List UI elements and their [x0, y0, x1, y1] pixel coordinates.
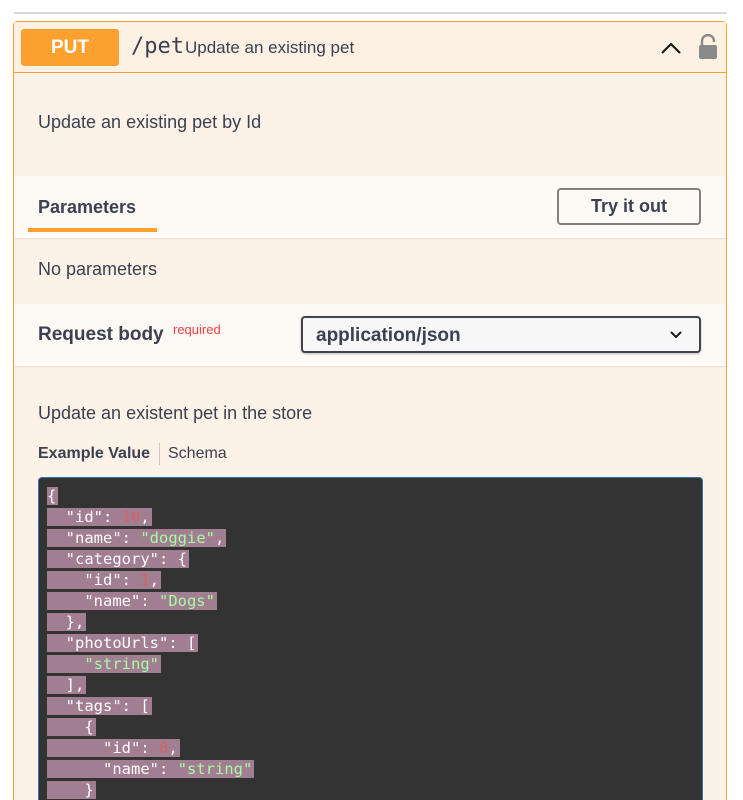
selected-text: "string" [47, 655, 161, 673]
request-body-description: Update an existent pet in the store [38, 403, 313, 423]
json-punctuation [47, 655, 84, 673]
json-string: "string" [84, 655, 159, 673]
tab-schema[interactable]: Schema [168, 445, 227, 463]
code-line: "name": "string" [47, 759, 702, 780]
active-tab-indicator [28, 228, 157, 232]
selected-text: { [47, 718, 96, 736]
lock-icon[interactable] [697, 34, 719, 60]
tab-separator [159, 443, 160, 465]
json-string: "string" [177, 760, 253, 778]
json-punctuation: ], [47, 676, 85, 694]
code-line: "tags": [ [47, 696, 702, 717]
code-line: "id": 1, [47, 570, 702, 591]
json-punctuation: , [149, 571, 160, 589]
code-line: { [47, 486, 702, 507]
chevron-up-icon[interactable] [659, 36, 683, 60]
operation-summary-text: Update an existing pet [185, 38, 355, 57]
code-line: "name": "doggie", [47, 528, 702, 549]
operation-description: Update an existing pet by Id [38, 112, 262, 132]
json-punctuation: } [47, 781, 94, 799]
json-punctuation: "tags": [ [47, 697, 150, 715]
code-line: "name": "Dogs" [47, 591, 702, 612]
selected-text: ], [47, 676, 87, 694]
selected-text: "name": "Dogs" [47, 592, 217, 610]
request-body-title: Request body [38, 324, 164, 345]
json-punctuation: , [168, 739, 178, 757]
method-badge: PUT [21, 29, 119, 66]
code-line: } [47, 780, 702, 800]
operation-summary[interactable]: PUT /pet Update an existing pet [14, 22, 726, 73]
example-json-code-block[interactable]: { "id": 10, "name": "doggie", "category"… [38, 477, 703, 800]
selected-text: "tags": [ [47, 697, 152, 715]
tab-parameters[interactable]: Parameters [38, 197, 136, 218]
json-number: 10 [121, 508, 141, 526]
selected-text: "id": 1, [47, 571, 162, 589]
content-type-select[interactable]: application/json [301, 316, 701, 353]
selected-text: "name": "doggie", [47, 529, 227, 547]
operation-path: /pet [131, 34, 184, 59]
code-line: ], [47, 675, 702, 696]
selected-text: { [47, 487, 59, 505]
json-punctuation: "name": [47, 592, 159, 610]
json-punctuation: }, [47, 613, 85, 631]
selected-text: } [47, 781, 96, 799]
chevron-down-icon [670, 331, 682, 339]
json-punctuation: , [140, 508, 150, 526]
json-punctuation: "photoUrls": [ [47, 634, 197, 652]
divider [14, 12, 727, 14]
json-punctuation: , [214, 529, 225, 547]
code-line: "photoUrls": [ [47, 633, 702, 654]
code-line: "string" [47, 654, 702, 675]
code-line: "id": 0, [47, 738, 702, 759]
selected-text: "category": { [47, 550, 189, 568]
json-punctuation: "id": [47, 571, 141, 589]
selected-text: "id": 0, [47, 739, 180, 757]
request-body-header: Request body required application/json [14, 304, 726, 366]
json-punctuation: "category": { [47, 550, 187, 568]
code-line: { [47, 717, 702, 738]
code-line: "category": { [47, 549, 702, 570]
tab-example-value[interactable]: Example Value [38, 445, 150, 463]
selected-text: "id": 10, [47, 508, 152, 526]
operation-block-put-pet: PUT /pet Update an existing pet Update a… [13, 21, 727, 800]
selected-text: }, [47, 613, 87, 631]
required-label: required [173, 322, 221, 337]
code-line: "id": 10, [47, 507, 702, 528]
json-punctuation: "id": [47, 739, 159, 757]
json-punctuation: "id": [47, 508, 122, 526]
json-punctuation: "name": [47, 529, 141, 547]
json-string: "doggie" [140, 529, 215, 547]
selected-text: "name": "string" [47, 760, 255, 778]
json-punctuation: { [47, 487, 57, 505]
content-type-value: application/json [316, 325, 461, 346]
no-parameters-text: No parameters [38, 259, 158, 279]
try-it-out-button[interactable]: Try it out [557, 188, 701, 225]
code-line: }, [47, 612, 702, 633]
json-number: 1 [140, 571, 150, 589]
json-string: "Dogs" [158, 592, 215, 610]
json-punctuation: "name": [47, 760, 178, 778]
selected-text: "photoUrls": [ [47, 634, 199, 652]
json-number: 0 [158, 739, 169, 757]
parameters-header: Parameters Try it out [14, 176, 726, 238]
json-punctuation: { [47, 718, 94, 736]
